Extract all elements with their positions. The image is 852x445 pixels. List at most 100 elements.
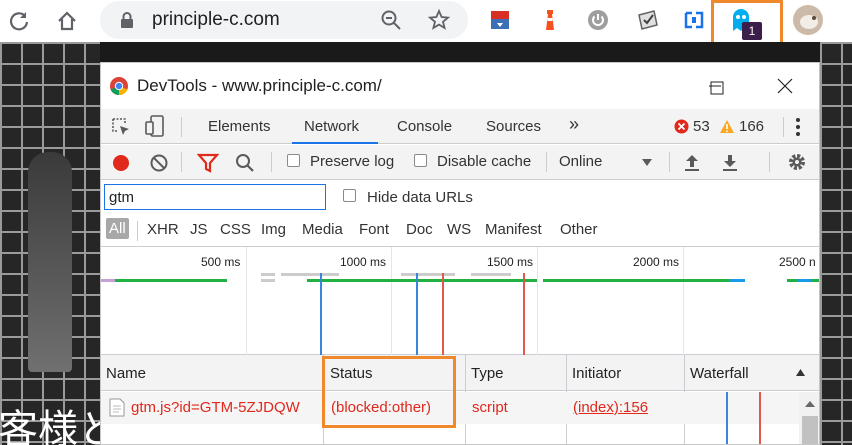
download-icon <box>723 155 737 171</box>
type-font[interactable]: Font <box>359 221 389 238</box>
type-media[interactable]: Media <box>302 221 343 238</box>
throttling-select[interactable]: Online <box>553 145 659 180</box>
type-all[interactable]: All <box>106 218 129 239</box>
column-name[interactable]: Name <box>106 365 146 382</box>
device-mode-icon <box>145 115 164 137</box>
search-button[interactable] <box>235 153 255 177</box>
extension-4[interactable] <box>634 6 662 34</box>
extension-2[interactable] <box>536 6 564 34</box>
table-row[interactable]: gtm.js?id=GTM-5ZJDQW (blocked:other) scr… <box>101 392 819 424</box>
disable-cache-checkbox[interactable] <box>414 154 427 167</box>
timeline-bar <box>101 279 115 282</box>
toolbar-divider <box>181 152 182 172</box>
warning-icon <box>720 120 734 133</box>
device-toolbar-button[interactable] <box>145 115 165 141</box>
disable-cache-label: Disable cache <box>437 153 532 170</box>
toolbar-divider <box>271 152 272 172</box>
sort-ascending-icon <box>796 369 805 376</box>
tab-elements[interactable]: Elements <box>208 118 271 135</box>
clear-button[interactable] <box>149 153 169 177</box>
lighthouse-icon <box>546 10 554 30</box>
timeline-gridline <box>683 247 684 355</box>
network-settings-button[interactable] <box>787 152 807 176</box>
timeline-gridline <box>246 247 247 355</box>
profile-avatar[interactable] <box>792 4 824 36</box>
type-ws[interactable]: WS <box>447 221 471 238</box>
address-bar[interactable]: principle-c.com <box>100 1 468 39</box>
extension-1[interactable] <box>486 6 514 34</box>
column-waterfall[interactable]: Waterfall <box>690 365 749 382</box>
highlight-status-box <box>322 356 456 428</box>
warning-count[interactable]: 166 <box>739 118 764 135</box>
filter-input[interactable] <box>104 184 326 210</box>
waterfall-dcl-line <box>726 392 728 444</box>
inspect-cursor-icon <box>112 118 129 135</box>
toolbar-divider <box>669 152 670 172</box>
throttling-value: Online <box>559 153 603 170</box>
url-text: principle-c.com <box>152 9 280 30</box>
column-initiator[interactable]: Initiator <box>572 365 621 382</box>
type-img[interactable]: Img <box>261 221 286 238</box>
timeline-bar <box>797 279 811 282</box>
devtools-window: DevTools - www.principle-c.com/ Elements… <box>100 62 820 445</box>
request-name: gtm.js?id=GTM-5ZJDQW <box>131 399 300 416</box>
record-button[interactable] <box>111 153 131 177</box>
rocket-image <box>28 152 72 372</box>
timeline-bar <box>115 279 227 282</box>
devtools-menu-button[interactable] <box>795 117 801 141</box>
type-other[interactable]: Other <box>560 221 598 238</box>
column-type[interactable]: Type <box>471 365 504 382</box>
close-button[interactable] <box>771 73 799 99</box>
import-har-button[interactable] <box>683 152 701 176</box>
inspect-element-button[interactable] <box>111 117 131 141</box>
tag-manager-icon <box>684 11 704 29</box>
network-overview-timeline[interactable]: 500 ms 1000 ms 1500 ms 2000 ms 2500 n <box>101 247 819 355</box>
extension-5[interactable] <box>680 6 708 34</box>
dom-content-loaded-marker <box>416 273 418 355</box>
preserve-log-label: Preserve log <box>310 153 395 170</box>
type-doc[interactable]: Doc <box>406 221 433 238</box>
requests-table-header: Name Status Type Initiator Waterfall <box>101 355 819 391</box>
hide-data-urls-checkbox[interactable] <box>343 189 356 202</box>
vertical-scrollbar[interactable] <box>799 392 819 444</box>
timeline-bar <box>543 279 743 282</box>
export-har-button[interactable] <box>721 152 739 176</box>
toolbar-divider <box>769 152 770 172</box>
timeline-gridline <box>537 247 538 355</box>
bookmark-star-button[interactable] <box>426 7 452 33</box>
reload-icon <box>9 12 29 31</box>
preserve-log-checkbox[interactable] <box>287 154 300 167</box>
timeline-bar <box>729 279 745 282</box>
filter-toggle-button[interactable] <box>196 153 220 177</box>
lock-icon <box>114 7 140 33</box>
scroll-up-arrow-icon[interactable] <box>804 400 816 408</box>
tab-sources[interactable]: Sources <box>486 118 541 135</box>
type-css[interactable]: CSS <box>220 221 251 238</box>
toolbar-divider <box>137 221 138 241</box>
error-count[interactable]: 53 <box>693 118 710 135</box>
pocket-flag-icon <box>491 11 509 29</box>
extension-3[interactable] <box>584 6 612 34</box>
load-event-marker <box>523 273 525 355</box>
tab-network[interactable]: Network <box>304 118 359 135</box>
record-icon <box>113 155 129 171</box>
maximize-button[interactable] <box>703 75 731 101</box>
dom-content-loaded-marker <box>320 273 322 355</box>
home-button[interactable] <box>52 6 82 36</box>
filter-bar: Hide data URLs <box>101 180 819 215</box>
request-type: script <box>472 399 508 416</box>
type-xhr[interactable]: XHR <box>147 221 179 238</box>
request-initiator-link[interactable]: (index):156 <box>573 399 648 416</box>
type-js[interactable]: JS <box>190 221 208 238</box>
checklist-icon <box>638 10 658 30</box>
zoom-button[interactable] <box>378 7 404 33</box>
more-tabs-button[interactable]: » <box>569 114 579 135</box>
reload-button[interactable] <box>4 6 34 36</box>
tab-console[interactable]: Console <box>397 118 452 135</box>
waterfall-load-line <box>759 392 761 444</box>
scrollbar-thumb[interactable] <box>802 416 818 444</box>
active-tab-indicator <box>292 142 378 144</box>
avatar-icon <box>793 5 823 35</box>
type-manifest[interactable]: Manifest <box>485 221 542 238</box>
network-toolbar: Preserve log Disable cache Online <box>101 145 819 180</box>
